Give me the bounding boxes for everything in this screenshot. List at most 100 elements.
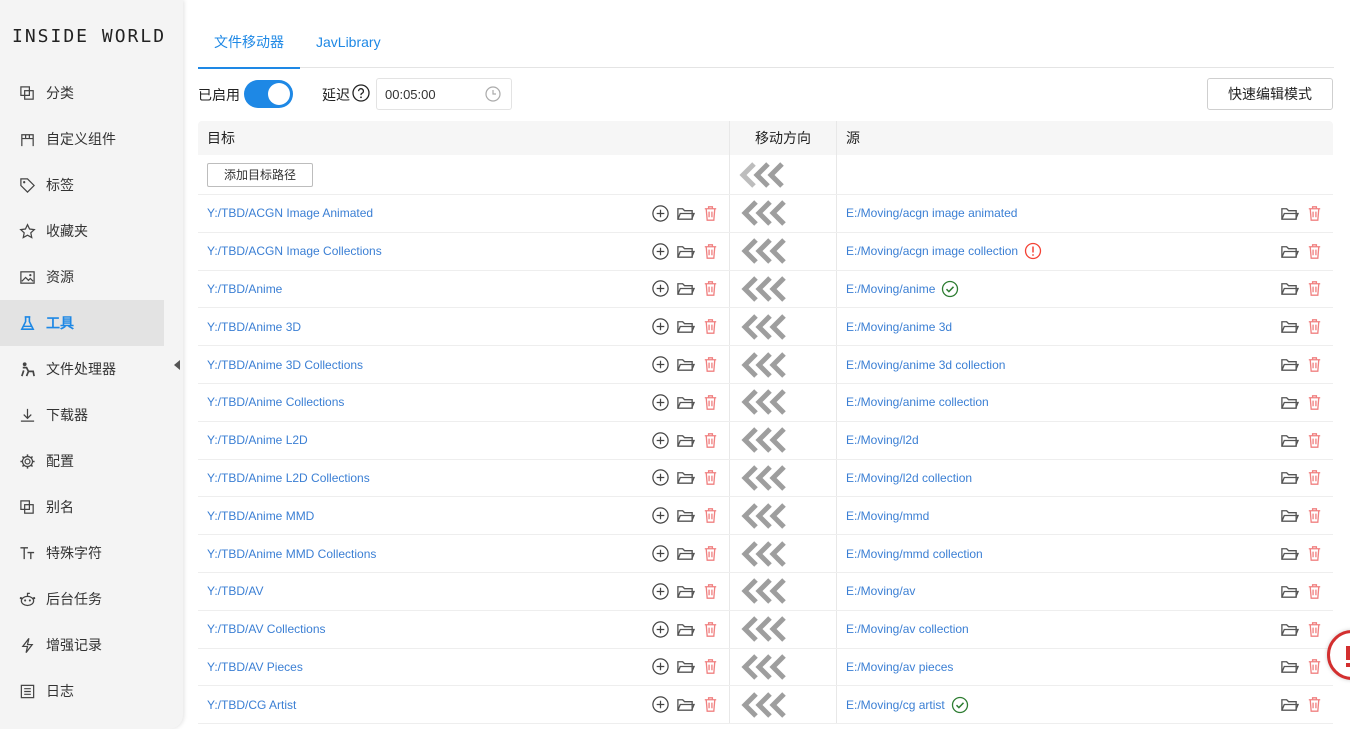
delete-icon[interactable]: [1304, 506, 1324, 526]
folder-open-icon[interactable]: [675, 241, 695, 261]
target-path-link[interactable]: Y:/TBD/CG Artist: [207, 698, 296, 712]
target-path-link[interactable]: Y:/TBD/Anime 3D: [207, 320, 301, 334]
folder-open-icon[interactable]: [675, 695, 695, 715]
add-source-icon[interactable]: [650, 430, 670, 450]
collapse-sidebar-icon[interactable]: [174, 360, 180, 370]
add-source-icon[interactable]: [650, 241, 670, 261]
delete-icon[interactable]: [1304, 241, 1324, 261]
add-source-icon[interactable]: [650, 657, 670, 677]
target-path-link[interactable]: Y:/TBD/Anime MMD Collections: [207, 547, 376, 561]
sidebar-item-11[interactable]: 后台任务: [0, 576, 164, 622]
sidebar-item-8[interactable]: 配置: [0, 438, 164, 484]
delete-icon[interactable]: [700, 695, 720, 715]
sidebar-item-0[interactable]: 分类: [0, 70, 164, 116]
folder-open-icon[interactable]: [1279, 695, 1299, 715]
source-path-link[interactable]: E:/Moving/av: [846, 584, 915, 598]
delete-icon[interactable]: [700, 506, 720, 526]
tab-file-mover[interactable]: 文件移动器: [198, 16, 300, 69]
delete-icon[interactable]: [1304, 468, 1324, 488]
delete-icon[interactable]: [1304, 203, 1324, 223]
source-path-link[interactable]: E:/Moving/mmd: [846, 509, 929, 523]
sidebar-item-10[interactable]: 特殊字符: [0, 530, 164, 576]
source-path-link[interactable]: E:/Moving/acgn image collection: [846, 244, 1018, 258]
source-path-link[interactable]: E:/Moving/anime 3d collection: [846, 358, 1005, 372]
delete-icon[interactable]: [1304, 355, 1324, 375]
delay-time-picker[interactable]: [376, 78, 512, 110]
folder-open-icon[interactable]: [1279, 317, 1299, 337]
source-path-link[interactable]: E:/Moving/mmd collection: [846, 547, 983, 561]
folder-open-icon[interactable]: [1279, 619, 1299, 639]
delete-icon[interactable]: [1304, 317, 1324, 337]
folder-open-icon[interactable]: [1279, 468, 1299, 488]
add-source-icon[interactable]: [650, 203, 670, 223]
folder-open-icon[interactable]: [1279, 430, 1299, 450]
target-path-link[interactable]: Y:/TBD/ACGN Image Collections: [207, 244, 382, 258]
delete-icon[interactable]: [700, 317, 720, 337]
folder-open-icon[interactable]: [1279, 241, 1299, 261]
delete-icon[interactable]: [1304, 695, 1324, 715]
delete-icon[interactable]: [1304, 657, 1324, 677]
source-path-link[interactable]: E:/Moving/anime: [846, 282, 935, 296]
delete-icon[interactable]: [1304, 430, 1324, 450]
delete-icon[interactable]: [700, 581, 720, 601]
sidebar-item-9[interactable]: 别名: [0, 484, 164, 530]
source-path-link[interactable]: E:/Moving/l2d collection: [846, 471, 972, 485]
add-source-icon[interactable]: [650, 355, 670, 375]
sidebar-item-7[interactable]: 下载器: [0, 392, 164, 438]
sidebar-item-12[interactable]: 增强记录: [0, 622, 164, 668]
sidebar-item-13[interactable]: 日志: [0, 668, 164, 714]
add-target-path-button[interactable]: 添加目标路径: [207, 162, 314, 187]
source-path-link[interactable]: E:/Moving/l2d: [846, 433, 919, 447]
delete-icon[interactable]: [1304, 279, 1324, 299]
delete-icon[interactable]: [700, 203, 720, 223]
target-path-link[interactable]: Y:/TBD/ACGN Image Animated: [207, 206, 373, 220]
delay-input[interactable]: [385, 87, 475, 102]
source-path-link[interactable]: E:/Moving/anime collection: [846, 395, 989, 409]
help-icon[interactable]: [352, 84, 370, 102]
target-path-link[interactable]: Y:/TBD/AV: [207, 584, 263, 598]
delete-icon[interactable]: [1304, 392, 1324, 412]
folder-open-icon[interactable]: [1279, 544, 1299, 564]
target-path-link[interactable]: Y:/TBD/AV Pieces: [207, 660, 303, 674]
folder-open-icon[interactable]: [1279, 203, 1299, 223]
source-path-link[interactable]: E:/Moving/av collection: [846, 622, 969, 636]
target-path-link[interactable]: Y:/TBD/Anime L2D Collections: [207, 471, 370, 485]
add-source-icon[interactable]: [650, 619, 670, 639]
delete-icon[interactable]: [1304, 581, 1324, 601]
delete-icon[interactable]: [700, 241, 720, 261]
folder-open-icon[interactable]: [675, 203, 695, 223]
target-path-link[interactable]: Y:/TBD/Anime MMD: [207, 509, 314, 523]
quick-edit-mode-button[interactable]: 快速编辑模式: [1207, 78, 1333, 110]
source-path-link[interactable]: E:/Moving/av pieces: [846, 660, 953, 674]
add-source-icon[interactable]: [650, 392, 670, 412]
folder-open-icon[interactable]: [675, 544, 695, 564]
add-source-icon[interactable]: [650, 544, 670, 564]
folder-open-icon[interactable]: [675, 581, 695, 601]
add-source-icon[interactable]: [650, 468, 670, 488]
sidebar-item-5[interactable]: 工具: [0, 300, 164, 346]
folder-open-icon[interactable]: [675, 657, 695, 677]
warning-icon[interactable]: [1024, 242, 1042, 260]
folder-open-icon[interactable]: [675, 619, 695, 639]
source-path-link[interactable]: E:/Moving/anime 3d: [846, 320, 952, 334]
folder-open-icon[interactable]: [675, 468, 695, 488]
target-path-link[interactable]: Y:/TBD/Anime L2D: [207, 433, 308, 447]
folder-open-icon[interactable]: [1279, 657, 1299, 677]
delete-icon[interactable]: [700, 468, 720, 488]
folder-open-icon[interactable]: [1279, 279, 1299, 299]
delete-icon[interactable]: [1304, 544, 1324, 564]
folder-open-icon[interactable]: [1279, 581, 1299, 601]
target-path-link[interactable]: Y:/TBD/Anime 3D Collections: [207, 358, 363, 372]
delete-icon[interactable]: [700, 544, 720, 564]
sidebar-item-6[interactable]: 文件处理器: [0, 346, 164, 392]
add-source-icon[interactable]: [650, 279, 670, 299]
sidebar-item-1[interactable]: 自定义组件: [0, 116, 164, 162]
tab-javlibrary[interactable]: JavLibrary: [300, 16, 397, 68]
target-path-link[interactable]: Y:/TBD/AV Collections: [207, 622, 326, 636]
folder-open-icon[interactable]: [1279, 355, 1299, 375]
folder-open-icon[interactable]: [675, 355, 695, 375]
add-source-icon[interactable]: [650, 317, 670, 337]
folder-open-icon[interactable]: [1279, 392, 1299, 412]
folder-open-icon[interactable]: [675, 392, 695, 412]
delete-icon[interactable]: [700, 279, 720, 299]
